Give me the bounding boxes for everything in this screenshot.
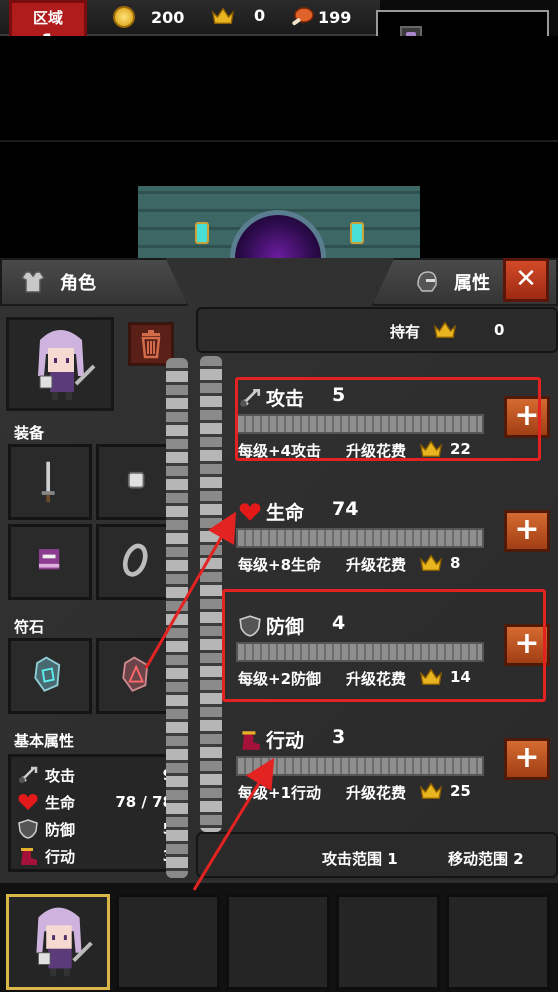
blue-rune-icon xyxy=(34,656,61,692)
crown-icon xyxy=(212,6,234,24)
party-slot-5[interactable] xyxy=(446,894,550,990)
highlight-attack xyxy=(235,377,541,461)
close-button[interactable]: ✕ xyxy=(503,258,549,302)
heart-icon xyxy=(239,503,261,521)
base-stat-defense-label: 防御 xyxy=(45,820,76,839)
meat-counter: 199 xyxy=(290,6,351,28)
progress-bar xyxy=(236,756,484,776)
cost-label: 升级花费 xyxy=(346,784,407,802)
armor-icon xyxy=(20,271,46,293)
armor-item-icon xyxy=(38,549,60,570)
base-stats-box: 攻击 9 生命 78 / 78 防御 5 行动 3 xyxy=(8,754,182,872)
crown-icon xyxy=(420,554,442,572)
crown-counter: 0 xyxy=(212,6,265,25)
stat-card-action: 行动 3 每级+1行动 升级花费 25 + xyxy=(222,720,558,824)
stat-level: 3 xyxy=(332,726,346,748)
runes-label: 符石 xyxy=(14,618,45,636)
heart-icon xyxy=(18,794,38,810)
coin-counter: 200 xyxy=(113,6,184,28)
sword-icon xyxy=(19,766,38,783)
party-slot-4[interactable] xyxy=(336,894,440,990)
stat-desc: 每级+1行动 xyxy=(238,784,322,802)
stat-name: 生命 xyxy=(266,502,305,524)
cost-label: 升级花费 xyxy=(346,556,407,574)
hold-bar: 持有 0 xyxy=(196,307,558,353)
base-stat-action-label: 行动 xyxy=(45,847,76,866)
hero-sprite-icon xyxy=(36,907,93,977)
base-stat-action: 行动 3 xyxy=(17,844,173,868)
boot-icon xyxy=(21,848,37,865)
sword-item-icon xyxy=(41,461,55,503)
stat-desc: 每级+8生命 xyxy=(238,556,322,574)
tab-character[interactable]: 角色 xyxy=(0,258,188,306)
tab-attributes-label: 属性 xyxy=(454,273,490,294)
helmet-icon xyxy=(417,271,437,292)
equip-slot-armor[interactable] xyxy=(8,524,92,600)
base-stat-hp-label: 生命 xyxy=(45,793,76,812)
progress-bar xyxy=(236,528,484,548)
shield-icon xyxy=(18,819,38,839)
meat-icon xyxy=(292,7,314,26)
move-range: 移动范围 2 xyxy=(448,850,524,868)
character-portrait[interactable] xyxy=(6,317,114,411)
attack-range: 攻击范围 1 xyxy=(322,850,398,868)
tab-character-label: 角色 xyxy=(60,273,96,294)
chain-right xyxy=(200,356,222,832)
highlight-defense xyxy=(222,589,546,702)
party-bar xyxy=(0,880,558,992)
trash-icon xyxy=(141,330,161,359)
zone-label: 区域 xyxy=(32,9,63,27)
base-stat-hp: 生命 78 / 78 xyxy=(17,790,173,814)
hold-value: 0 xyxy=(494,321,505,339)
crown-value: 0 xyxy=(254,6,266,25)
floor-line xyxy=(0,140,558,142)
party-slot-3[interactable] xyxy=(226,894,330,990)
stat-level: 74 xyxy=(332,498,359,520)
upgrade-hp-button[interactable]: + xyxy=(504,510,550,552)
base-stat-hp-value: 78 / 78 xyxy=(115,793,173,811)
cost-value: 25 xyxy=(450,782,471,800)
crown-icon xyxy=(420,782,442,800)
lantern-left xyxy=(195,222,209,244)
meat-value: 199 xyxy=(318,7,352,27)
coin-value: 200 xyxy=(151,7,185,27)
boot-icon xyxy=(242,731,260,750)
rune-slot-1[interactable] xyxy=(8,638,92,714)
stat-name: 行动 xyxy=(266,730,305,752)
party-slot-1[interactable] xyxy=(6,894,110,990)
hero-sprite-icon xyxy=(38,330,96,400)
base-stat-attack: 攻击 9 xyxy=(17,763,173,787)
equipment-label: 装备 xyxy=(14,424,45,442)
base-stat-defense: 防御 5 xyxy=(17,817,173,841)
coin-icon xyxy=(113,6,135,28)
range-bar: 攻击范围 1 移动范围 2 xyxy=(196,832,558,878)
cost-value: 8 xyxy=(450,554,461,572)
equip-slot-weapon[interactable] xyxy=(8,444,92,520)
lantern-right xyxy=(350,222,364,244)
base-stat-attack-label: 攻击 xyxy=(45,766,76,785)
party-slot-2[interactable] xyxy=(116,894,220,990)
base-stats-label: 基本属性 xyxy=(14,732,75,750)
stat-card-hp: 生命 74 每级+8生命 升级花费 8 + xyxy=(222,492,558,596)
upgrade-action-button[interactable]: + xyxy=(504,738,550,780)
crown-icon xyxy=(434,321,456,339)
chain-left xyxy=(166,358,188,878)
hold-label: 持有 xyxy=(390,323,421,341)
